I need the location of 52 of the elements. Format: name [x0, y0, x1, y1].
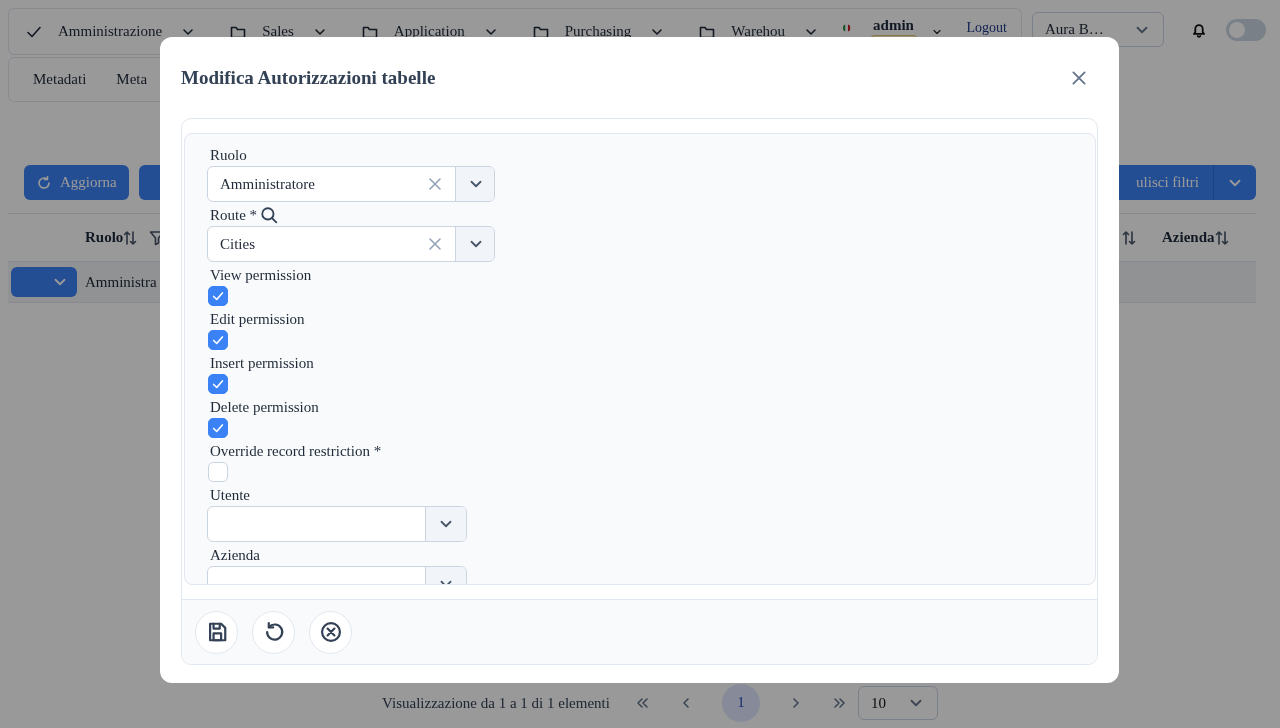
- menu-item[interactable]: Metadati: [33, 71, 87, 88]
- sort-icon[interactable]: [1122, 229, 1136, 246]
- field-label: Azienda: [210, 546, 260, 564]
- checkbox[interactable]: [208, 374, 228, 394]
- check-icon: [211, 377, 225, 391]
- menu-item[interactable]: Warehou: [731, 23, 786, 40]
- clear-icon[interactable]: [427, 236, 443, 252]
- expand-button[interactable]: [11, 267, 77, 297]
- close-circle-icon: [319, 621, 342, 643]
- toggle-switch[interactable]: [1226, 18, 1266, 41]
- sort-icon[interactable]: [1214, 229, 1229, 246]
- check-icon: [211, 421, 225, 435]
- checkbox[interactable]: [208, 286, 228, 306]
- menu-item[interactable]: Application: [393, 23, 465, 40]
- dropdown-button[interactable]: [1213, 165, 1256, 200]
- check-icon: [211, 333, 225, 347]
- field-label: Utente: [210, 486, 250, 504]
- user-name: admin: [873, 16, 914, 33]
- refresh-icon: [36, 174, 52, 191]
- clear-icon[interactable]: [427, 176, 443, 192]
- sort-icon[interactable]: [123, 229, 138, 246]
- menu-item[interactable]: Amministrazione: [58, 23, 163, 40]
- field-label: Override record restriction *: [210, 442, 382, 460]
- field-label: Delete permission: [210, 398, 319, 416]
- dropdown-field[interactable]: Amministratore: [207, 166, 495, 202]
- field-label: View permission: [210, 266, 312, 284]
- last-page-icon[interactable]: [831, 695, 848, 711]
- menu-item[interactable]: Purchasing: [564, 23, 632, 40]
- table-cell: Amministra: [85, 273, 157, 290]
- dialog-title: Modifica Autorizzazioni tabelle: [181, 66, 436, 89]
- cancel-button[interactable]: [309, 610, 352, 654]
- search-icon[interactable]: [260, 206, 279, 224]
- page-button[interactable]: 1: [721, 684, 760, 722]
- page-size-select[interactable]: 10: [857, 686, 938, 720]
- reset-button[interactable]: [252, 610, 295, 654]
- field-label: Insert permission: [210, 354, 314, 372]
- column-header[interactable]: Ruolo: [85, 229, 124, 246]
- check-icon: [211, 289, 225, 303]
- logout-link[interactable]: Logout: [966, 19, 1007, 36]
- pagination-summary: Visualizzazione da 1 a 1 di 1 elementi: [382, 694, 610, 712]
- dropdown-field[interactable]: Cities: [207, 226, 495, 262]
- close-icon[interactable]: [1070, 68, 1088, 87]
- field-label: Ruolo: [210, 146, 247, 164]
- dropdown-field[interactable]: [207, 506, 467, 542]
- field-label: Route *: [210, 206, 258, 224]
- column-header[interactable]: Azienda: [1162, 229, 1215, 246]
- checkbox[interactable]: [208, 418, 228, 438]
- menu-item[interactable]: Sales: [262, 23, 294, 40]
- menu-item[interactable]: Meta: [116, 71, 148, 88]
- checkbox[interactable]: [208, 330, 228, 350]
- save-button[interactable]: [195, 610, 238, 654]
- field-label: Edit permission: [210, 310, 305, 328]
